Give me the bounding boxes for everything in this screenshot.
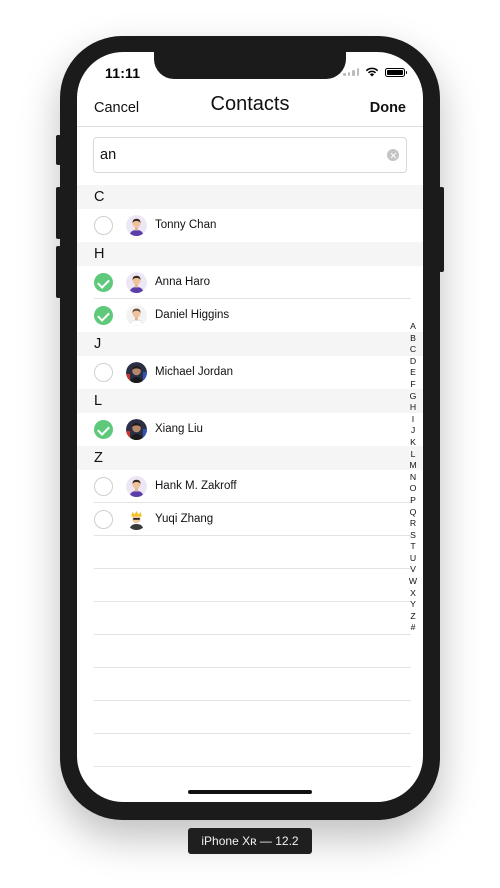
status-time: 11:11: [105, 65, 141, 81]
contact-name: Yuqi Zhang: [155, 513, 214, 525]
checked-checkbox-icon[interactable]: [94, 306, 113, 325]
notch: [154, 52, 346, 79]
section-header-label: H: [94, 246, 105, 262]
contact-name: Michael Jordan: [155, 366, 233, 378]
index-letter[interactable]: X: [410, 588, 416, 600]
contact-row[interactable]: Michael Jordan: [77, 356, 423, 389]
contact-name: Hank M. Zakroff: [155, 480, 237, 492]
contact-list: C Tonny Chan H Anna Haro Daniel Higgins J Mich…: [77, 185, 423, 767]
avatar: [126, 215, 147, 236]
section-header-z: Z: [77, 446, 423, 470]
index-letter[interactable]: Q: [410, 507, 417, 519]
empty-table-rows: [94, 536, 411, 767]
section-header-h: H: [77, 242, 423, 266]
index-letter[interactable]: G: [410, 391, 417, 403]
home-indicator[interactable]: [188, 790, 312, 794]
index-letter[interactable]: C: [410, 344, 416, 356]
section-header-label: C: [94, 189, 105, 205]
contact-name: Xiang Liu: [155, 423, 203, 435]
contact-name: Tonny Chan: [155, 219, 217, 231]
avatar: [126, 362, 147, 383]
section-header-c: C: [77, 185, 423, 209]
wifi-icon: [365, 67, 379, 77]
index-letter[interactable]: V: [410, 564, 416, 576]
index-letter[interactable]: J: [411, 425, 415, 437]
status-icons: [343, 67, 407, 77]
search-input[interactable]: [100, 138, 380, 172]
unchecked-checkbox-icon[interactable]: [94, 477, 113, 496]
done-button[interactable]: Done: [370, 100, 406, 116]
index-letter[interactable]: W: [409, 576, 417, 588]
index-letter[interactable]: L: [411, 449, 416, 461]
avatar: [126, 419, 147, 440]
navigation-bar: Cancel Contacts Done: [77, 88, 423, 127]
battery-icon: [385, 67, 407, 77]
checked-checkbox-icon[interactable]: [94, 273, 113, 292]
section-header-l: L: [77, 389, 423, 413]
index-letter[interactable]: N: [410, 472, 416, 484]
index-letter[interactable]: E: [410, 367, 416, 379]
contact-row[interactable]: Hank M. Zakroff: [77, 470, 423, 503]
cellular-signal-icon: [343, 68, 359, 76]
contact-row[interactable]: Anna Haro: [77, 266, 423, 299]
section-header-label: J: [94, 336, 102, 352]
device-label: iPhone Xʀ — 12.2: [188, 828, 312, 854]
contact-row[interactable]: Xiang Liu: [77, 413, 423, 446]
section-header-label: Z: [94, 450, 103, 466]
empty-row: [94, 734, 411, 767]
avatar: [126, 272, 147, 293]
unchecked-checkbox-icon[interactable]: [94, 363, 113, 382]
contact-name: Daniel Higgins: [155, 309, 230, 321]
section-header-label: L: [94, 393, 103, 409]
search-field: [93, 137, 407, 173]
index-letter[interactable]: A: [410, 321, 416, 333]
contact-row[interactable]: Tonny Chan: [77, 209, 423, 242]
empty-row: [94, 668, 411, 701]
index-letter[interactable]: K: [410, 437, 416, 449]
index-letter[interactable]: R: [410, 518, 416, 530]
checked-checkbox-icon[interactable]: [94, 420, 113, 439]
index-letter[interactable]: O: [410, 483, 417, 495]
empty-row: [94, 536, 411, 569]
index-letter[interactable]: D: [410, 356, 416, 368]
index-letter[interactable]: Z: [410, 611, 415, 623]
avatar: [126, 509, 147, 530]
index-letter[interactable]: B: [410, 333, 416, 345]
contact-row[interactable]: Yuqi Zhang: [77, 503, 423, 536]
section-header-j: J: [77, 332, 423, 356]
index-letter[interactable]: T: [410, 541, 415, 553]
simulator-stage: 11:11 Cancel Contacts Done CTonny ChanHA…: [0, 0, 500, 888]
avatar: [126, 305, 147, 326]
empty-row: [94, 635, 411, 668]
index-letter[interactable]: Y: [410, 599, 416, 611]
section-index-bar[interactable]: A B C D E F G H I J K L M N O P Q R S T U V W X Y Z #: [406, 321, 420, 634]
index-letter[interactable]: P: [410, 495, 416, 507]
index-letter[interactable]: #: [411, 622, 416, 634]
empty-row: [94, 701, 411, 734]
index-letter[interactable]: H: [410, 402, 416, 414]
unchecked-checkbox-icon[interactable]: [94, 216, 113, 235]
unchecked-checkbox-icon[interactable]: [94, 510, 113, 529]
index-letter[interactable]: F: [410, 379, 415, 391]
contact-name: Anna Haro: [155, 276, 210, 288]
phone-screen: 11:11 Cancel Contacts Done CTonny ChanHA…: [77, 52, 423, 802]
index-letter[interactable]: M: [409, 460, 416, 472]
empty-row: [94, 569, 411, 602]
index-letter[interactable]: U: [410, 553, 416, 565]
avatar: [126, 476, 147, 497]
empty-row: [94, 602, 411, 635]
index-letter[interactable]: I: [412, 414, 414, 426]
clear-search-icon[interactable]: [387, 149, 399, 161]
contact-row[interactable]: Daniel Higgins: [77, 299, 423, 332]
index-letter[interactable]: S: [410, 530, 416, 542]
